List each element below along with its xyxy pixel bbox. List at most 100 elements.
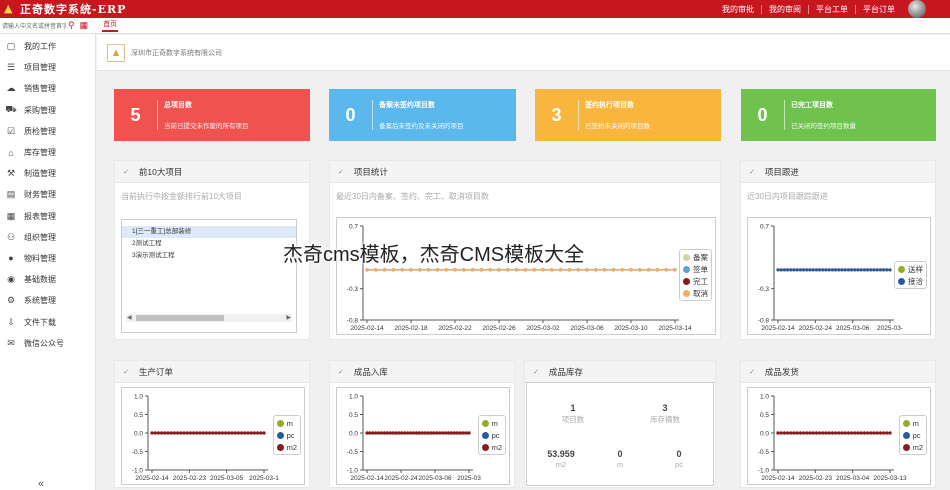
legend-item[interactable]: pc bbox=[902, 429, 923, 441]
legend-item[interactable]: m2 bbox=[902, 441, 923, 453]
app-logo[interactable]: ▲ 正奇数字系统-ERP bbox=[0, 1, 126, 17]
data-point bbox=[830, 431, 834, 435]
list-item[interactable]: 1[三一重工]总部装修 bbox=[122, 226, 296, 238]
list-item[interactable]: 3演示测试工程 bbox=[122, 250, 296, 262]
horizontal-scrollbar[interactable]: ◀ ▶ bbox=[126, 314, 292, 322]
sidebar-item[interactable]: ☁ 销售管理 bbox=[0, 78, 95, 99]
stat-card[interactable]: 0 备案未签约项目数 备案后未签约及未关闭的项目 bbox=[329, 89, 516, 141]
data-point bbox=[227, 431, 231, 435]
data-point bbox=[150, 431, 154, 435]
panel-header: ✓ 成品库存 bbox=[525, 361, 715, 383]
user-avatar[interactable] bbox=[908, 0, 926, 18]
stat-info: 已完工项目数 已关闭的签约项目数量 bbox=[785, 100, 856, 130]
data-point bbox=[208, 431, 212, 435]
legend-label: 签单 bbox=[693, 264, 708, 274]
legend-label: m bbox=[491, 418, 498, 428]
scroll-right-icon[interactable]: ▶ bbox=[286, 314, 291, 322]
sidebar-collapse-button[interactable]: « bbox=[38, 478, 44, 490]
legend-label: pc bbox=[491, 430, 500, 440]
nav-platform-tickets[interactable]: 平台工单 bbox=[809, 4, 856, 14]
sidebar-item[interactable]: ⚙ 系统管理 bbox=[0, 290, 95, 311]
data-point bbox=[821, 268, 825, 272]
stat-card[interactable]: 3 签约执行项目数 已签约未关闭的项目数 bbox=[535, 89, 721, 141]
data-point bbox=[878, 268, 882, 272]
legend-item[interactable]: pc bbox=[481, 429, 502, 441]
nav-platform-orders[interactable]: 平台订单 bbox=[856, 5, 902, 14]
sidebar-item-label: 文件下载 bbox=[24, 317, 56, 327]
sidebar-item[interactable]: ⇩ 文件下载 bbox=[0, 311, 95, 332]
stat-card[interactable]: 0 已完工项目数 已关闭的签约项目数量 bbox=[741, 89, 936, 141]
tab-home[interactable]: 首页 bbox=[102, 20, 119, 32]
sidebar-item[interactable]: ▢ 我的工作 bbox=[0, 36, 95, 57]
shipping-chart: 1.0 0.5 0.0 -0.5 -1.0 2025-02-14 2025-02-23 202… bbox=[747, 387, 931, 485]
nav-my-approvals[interactable]: 我的审批 bbox=[715, 4, 762, 14]
sidebar-item[interactable]: ● 物料管理 bbox=[0, 248, 95, 269]
sidebar-item[interactable]: ⛟ 采购管理 bbox=[0, 100, 95, 121]
scroll-thumb[interactable] bbox=[136, 315, 224, 321]
data-point bbox=[776, 431, 780, 435]
nav-my-reviews[interactable]: 我的审阅 bbox=[762, 4, 809, 14]
chart-legend[interactable]: 备案 签单 完工 取消 bbox=[679, 249, 712, 301]
chart-legend[interactable]: m pc m2 bbox=[898, 415, 927, 455]
sidebar-item[interactable]: ▦ 报表管理 bbox=[0, 206, 95, 227]
data-point bbox=[850, 431, 854, 435]
legend-item[interactable]: pc bbox=[276, 429, 297, 441]
chart-legend[interactable]: m pc m2 bbox=[272, 415, 301, 455]
menu-search-input[interactable]: 请输入中文名或拼音首字母 bbox=[0, 21, 66, 30]
data-point bbox=[153, 431, 157, 435]
sidebar-item[interactable]: ⌂ 库存管理 bbox=[0, 142, 95, 163]
grid-icon[interactable]: ▦ bbox=[80, 20, 89, 31]
data-point bbox=[559, 268, 563, 272]
check-icon: ✓ bbox=[123, 368, 129, 376]
data-point bbox=[779, 431, 783, 435]
sidebar-item[interactable]: ⚒ 制造管理 bbox=[0, 163, 95, 184]
legend-dot-icon bbox=[683, 277, 690, 285]
sidebar-item[interactable]: ⚇ 组织管理 bbox=[0, 227, 95, 248]
y-tick-label: -1.0 bbox=[347, 468, 359, 475]
legend-item[interactable]: 签单 bbox=[683, 263, 708, 275]
legend-item[interactable]: m2 bbox=[276, 441, 297, 453]
sidebar: ▢ 我的工作 ☰ 项目管理 ☁ 销售管理 ⛟ 采购管理 ☑ 质检管理 ⌂ 库存管理 ⚒ 制造管理 ▤ 财务管理… bbox=[0, 34, 96, 490]
sidebar-item[interactable]: ✉ 微信公众号 bbox=[0, 333, 95, 354]
x-tick-label: 2025-03-13 bbox=[873, 475, 907, 482]
legend-item[interactable]: m2 bbox=[481, 441, 502, 453]
top10-list[interactable]: 1[三一重工]总部装修 2测试工程 3演示测试工程 ◀ ▶ bbox=[121, 219, 297, 333]
data-point bbox=[843, 431, 847, 435]
chart-legend[interactable]: m pc m2 bbox=[477, 415, 506, 455]
scroll-left-icon[interactable]: ◀ bbox=[127, 314, 132, 322]
chart-legend[interactable]: 送样 接洽 bbox=[894, 261, 927, 289]
stat-info: 总项目数 当前已提交未作废的所有项目 bbox=[158, 100, 249, 130]
data-point bbox=[246, 431, 250, 435]
sidebar-item-label: 采购管理 bbox=[24, 105, 56, 115]
data-point bbox=[377, 431, 381, 435]
inventory-label: pc bbox=[675, 460, 683, 469]
data-point bbox=[400, 268, 404, 272]
data-point bbox=[427, 268, 431, 272]
y-tick-label: -0.5 bbox=[758, 449, 770, 456]
x-tick-label: 2025-03-06 bbox=[836, 325, 870, 332]
legend-item[interactable]: 备案 bbox=[683, 251, 708, 263]
data-point bbox=[837, 268, 841, 272]
legend-item[interactable]: 完工 bbox=[683, 275, 708, 287]
legend-item[interactable]: 接洽 bbox=[898, 275, 923, 287]
panel-shipping: ✓ 成品发货 1.0 0.5 0.0 -0.5 -1.0 2025-02-14 2025-02… bbox=[740, 360, 936, 488]
x-tick-label: 2025-02-26 bbox=[482, 325, 516, 332]
stat-card[interactable]: 5 总项目数 当前已提交未作废的所有项目 bbox=[114, 89, 310, 141]
sidebar-item[interactable]: ▤ 财务管理 bbox=[0, 184, 95, 205]
legend-item[interactable]: 取消 bbox=[683, 287, 708, 299]
sidebar-item[interactable]: ◉ 基础数据 bbox=[0, 269, 95, 290]
search-icon[interactable]: ⚲ bbox=[68, 20, 75, 31]
sidebar-item[interactable]: ☑ 质检管理 bbox=[0, 121, 95, 142]
legend-item[interactable]: m bbox=[902, 417, 923, 429]
sidebar-item[interactable]: ☰ 项目管理 bbox=[0, 57, 95, 78]
legend-label: 接洽 bbox=[908, 276, 923, 286]
data-point bbox=[179, 431, 183, 435]
list-item[interactable]: 2测试工程 bbox=[122, 238, 296, 250]
legend-item[interactable]: m bbox=[276, 417, 297, 429]
data-point bbox=[160, 431, 164, 435]
legend-item[interactable]: m bbox=[481, 417, 502, 429]
legend-item[interactable]: 送样 bbox=[898, 263, 923, 275]
data-point bbox=[802, 268, 806, 272]
sidebar-item-label: 质检管理 bbox=[24, 126, 56, 136]
panel-header: ✓ 生产订单 bbox=[115, 361, 309, 383]
